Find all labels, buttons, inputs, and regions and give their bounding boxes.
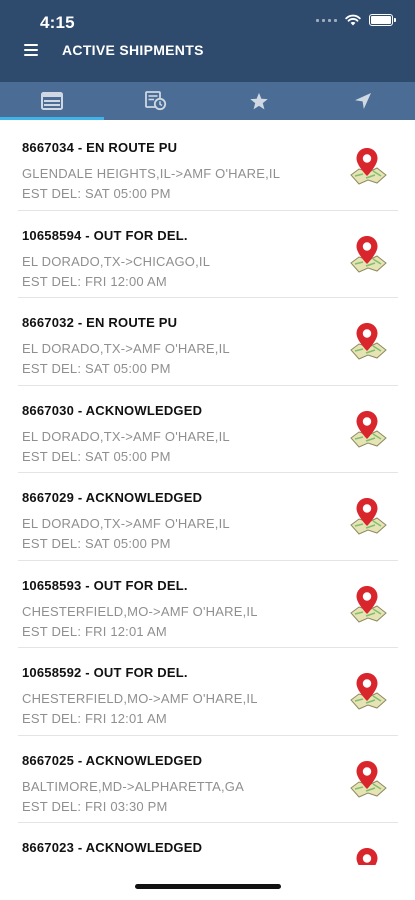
home-indicator (135, 884, 281, 889)
map-location-button[interactable] (346, 670, 390, 714)
shipment-route: EL DORADO,TX->CHICAGO,IL (22, 253, 211, 269)
app-header: 4:15 ACTIVE SHIPMENTS (0, 0, 415, 120)
map-location-button[interactable] (346, 233, 390, 277)
map-location-icon (350, 498, 387, 535)
tab-history[interactable] (104, 82, 208, 120)
map-location-button[interactable] (346, 145, 390, 189)
map-location-button[interactable] (346, 320, 390, 364)
shipment-title: 10658592 - OUT FOR DEL. (22, 665, 188, 680)
shipment-row[interactable]: 10658593 - OUT FOR DEL. CHESTERFIELD,MO-… (18, 561, 398, 648)
shipment-row[interactable]: 10658594 - OUT FOR DEL. EL DORADO,TX->CH… (18, 211, 398, 298)
shipment-eta: EST DEL: SAT 05:00 PM (22, 361, 171, 376)
shipment-row[interactable]: 10658592 - OUT FOR DEL. CHESTERFIELD,MO-… (18, 648, 398, 736)
shipment-title: 8667032 - EN ROUTE PU (22, 315, 178, 330)
shipment-row[interactable]: 8667030 - ACKNOWLEDGED EL DORADO,TX->AMF… (18, 386, 398, 473)
shipment-route: EL DORADO,TX->AMF O'HARE,IL (22, 428, 230, 444)
shipment-title: 8667025 - ACKNOWLEDGED (22, 752, 203, 768)
map-location-button[interactable] (346, 408, 390, 452)
shipment-eta: EST DEL: FRI 03:30 PM (22, 798, 168, 814)
shipment-title: 8667030 - ACKNOWLEDGED (22, 402, 203, 418)
map-location-icon (350, 760, 387, 798)
navigation-icon (355, 93, 372, 109)
tab-favorites[interactable] (208, 82, 312, 120)
shipment-row[interactable]: 8667025 - ACKNOWLEDGED BALTIMORE,MD->ALP… (18, 736, 398, 823)
shipment-list: 8667034 - EN ROUTE PU GLENDALE HEIGHTS,I… (0, 123, 415, 865)
tab-shipment-list[interactable] (0, 82, 104, 120)
tab-navigation[interactable] (311, 82, 415, 120)
map-location-button[interactable] (346, 758, 390, 802)
map-location-icon (350, 673, 387, 710)
status-icons (316, 14, 396, 26)
shipment-route: EL DORADO,TX->AMF O'HARE,IL (22, 516, 230, 531)
map-location-icon (350, 585, 387, 623)
shipment-route: EL DORADO,TX->AMF O'HARE,IL (22, 341, 230, 356)
shipment-row[interactable]: 8667032 - EN ROUTE PU EL DORADO,TX->AMF … (18, 298, 398, 386)
shipment-eta: EST DEL: SAT 05:00 PM (22, 536, 171, 551)
map-location-button[interactable] (346, 583, 390, 627)
shipment-eta: EST DEL: FRI 12:00 AM (22, 273, 167, 289)
wifi-icon (345, 14, 361, 26)
list-icon (40, 92, 63, 110)
shipment-title: 10658594 - OUT FOR DEL. (22, 227, 188, 243)
shipment-eta: EST DEL: SAT 05:00 PM (22, 186, 171, 201)
status-time: 4:15 (40, 13, 75, 32)
map-location-icon (350, 323, 387, 360)
history-icon (144, 91, 166, 111)
shipment-title: 8667023 - ACKNOWLEDGED (22, 840, 203, 855)
map-location-icon (350, 235, 387, 273)
status-bar: 4:15 (0, 0, 415, 40)
shipment-route: CHESTERFIELD,MO->AMF O'HARE,IL (22, 603, 258, 619)
map-location-button[interactable] (346, 495, 390, 539)
cellular-signal-icon (316, 18, 337, 22)
hamburger-menu-icon[interactable] (24, 44, 38, 56)
map-location-icon (350, 148, 387, 185)
title-row: ACTIVE SHIPMENTS (0, 38, 415, 64)
shipment-route: BALTIMORE,MD->ALPHARETTA,GA (22, 778, 244, 794)
page-title: ACTIVE SHIPMENTS (62, 42, 204, 58)
star-icon (250, 92, 269, 109)
shipment-row[interactable]: 8667023 - ACKNOWLEDGED (18, 823, 398, 865)
map-location-button[interactable] (346, 845, 390, 865)
map-location-icon (350, 410, 387, 448)
shipment-row[interactable]: 8667029 - ACKNOWLEDGED EL DORADO,TX->AMF… (18, 473, 398, 561)
shipment-eta: EST DEL: FRI 12:01 AM (22, 711, 167, 726)
shipment-eta: EST DEL: SAT 05:00 PM (22, 448, 171, 464)
shipment-row[interactable]: 8667034 - EN ROUTE PU GLENDALE HEIGHTS,I… (18, 123, 398, 211)
shipment-title: 8667034 - EN ROUTE PU (22, 140, 178, 155)
map-location-icon (356, 848, 378, 865)
shipment-route: GLENDALE HEIGHTS,IL->AMF O'HARE,IL (22, 166, 281, 181)
shipment-eta: EST DEL: FRI 12:01 AM (22, 623, 167, 639)
battery-icon (369, 14, 396, 26)
tab-bar (0, 82, 415, 120)
shipment-route: CHESTERFIELD,MO->AMF O'HARE,IL (22, 691, 258, 706)
shipment-title: 8667029 - ACKNOWLEDGED (22, 490, 203, 505)
shipment-title: 10658593 - OUT FOR DEL. (22, 577, 188, 593)
